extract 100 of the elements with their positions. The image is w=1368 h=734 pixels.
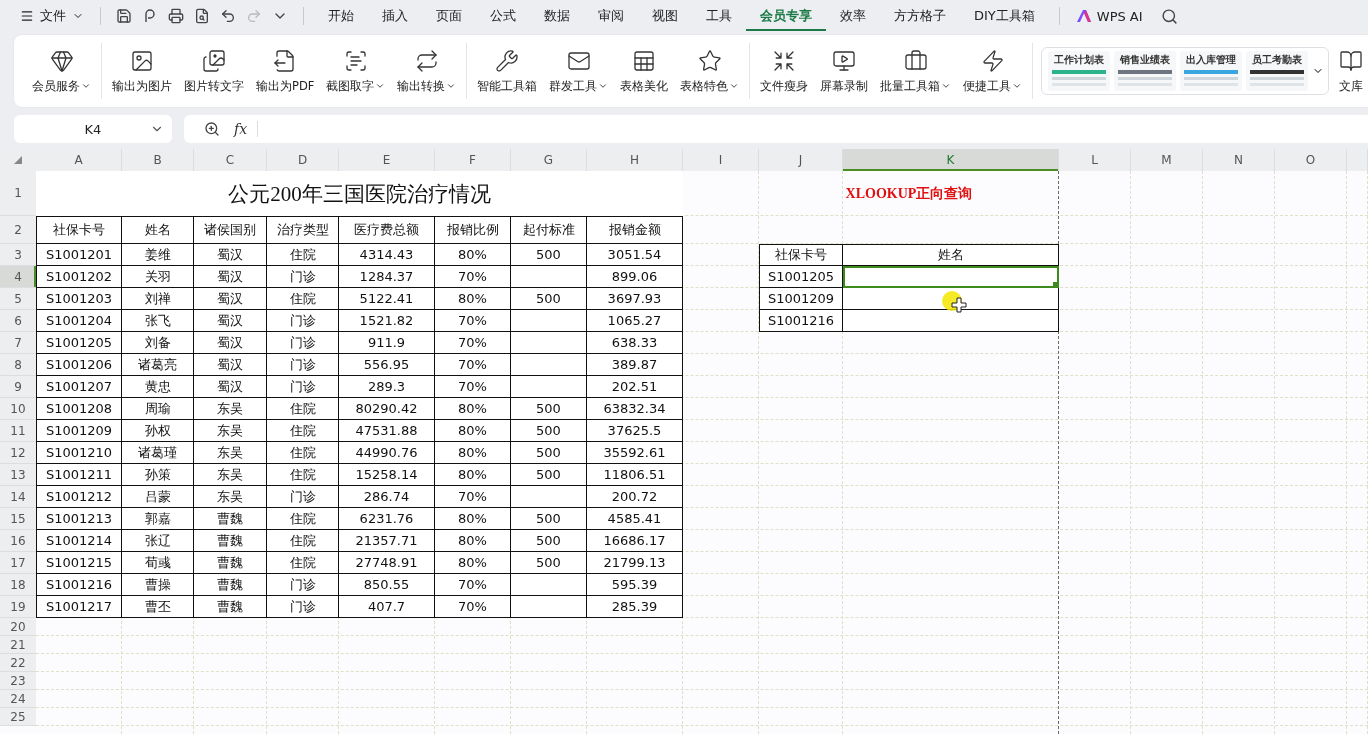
template-card[interactable]: 销售业绩表 <box>1114 51 1177 91</box>
table-cell: S1001205 <box>36 332 122 354</box>
menu-tab[interactable]: 视图 <box>638 1 692 31</box>
menu-tab[interactable]: 公式 <box>476 1 530 31</box>
template-card[interactable]: 工作计划表 <box>1048 51 1111 91</box>
ribbon-button[interactable]: 便捷工具 <box>959 40 1027 102</box>
row-number[interactable]: 20 <box>0 618 36 636</box>
table-cell: 80% <box>435 464 511 486</box>
table-cell: 80% <box>435 244 511 266</box>
ribbon-button[interactable]: 批量工具箱 <box>876 40 956 102</box>
row-number[interactable]: 12 <box>0 442 36 464</box>
ribbon-button[interactable]: 输出为PDF <box>252 40 319 102</box>
column-heading[interactable]: D <box>267 149 339 171</box>
ribbon-icon <box>202 48 226 73</box>
result-cell[interactable] <box>843 266 1059 288</box>
table-cell: 16686.17 <box>587 530 683 552</box>
column-heading[interactable]: O <box>1275 149 1347 171</box>
formula-bar[interactable]: fx <box>184 115 1368 143</box>
table-cell: 15258.14 <box>339 464 435 486</box>
menu-tab[interactable]: 审阅 <box>584 1 638 31</box>
ribbon-button[interactable]: 表格美化 <box>616 40 673 102</box>
row-number[interactable]: 16 <box>0 530 36 552</box>
row-number[interactable]: 7 <box>0 332 36 354</box>
menu-tab[interactable]: 工具 <box>692 1 746 31</box>
row-number[interactable]: 4 <box>0 266 36 288</box>
row-number[interactable]: 17 <box>0 552 36 574</box>
table-cell: 曹魏 <box>194 552 267 574</box>
table-cell: S1001208 <box>36 398 122 420</box>
ribbon-button[interactable]: 群发工具 <box>545 40 613 102</box>
row-number[interactable]: 21 <box>0 636 36 654</box>
ribbon-button[interactable]: 表格特色 <box>676 40 744 102</box>
table-cell: 70% <box>435 574 511 596</box>
column-heading[interactable]: N <box>1203 149 1275 171</box>
column-heading[interactable]: I <box>683 149 759 171</box>
ribbon-button[interactable]: 截图取字 <box>322 40 390 102</box>
column-heading[interactable]: E <box>339 149 435 171</box>
table-cell: 70% <box>435 266 511 288</box>
ribbon-button[interactable]: 会员服务 <box>28 40 95 102</box>
file-menu[interactable]: 文件 <box>14 3 90 29</box>
row-number[interactable]: 25 <box>0 708 36 726</box>
table-cell: 住院 <box>267 442 339 464</box>
row-number[interactable]: 19 <box>0 596 36 618</box>
menu-tab[interactable]: 会员专享 <box>746 1 826 31</box>
column-heading[interactable]: C <box>194 149 267 171</box>
row-number[interactable]: 9 <box>0 376 36 398</box>
table-cell: 500 <box>511 530 587 552</box>
template-card[interactable]: 出入库管理 <box>1180 51 1243 91</box>
row-number[interactable]: 3 <box>0 244 36 266</box>
ribbon-button[interactable]: 输出转换 <box>393 40 461 102</box>
row-number[interactable]: 6 <box>0 310 36 332</box>
ribbon-button[interactable]: 输出为图片 <box>108 40 176 102</box>
ribbon-icon <box>414 48 439 73</box>
row-number[interactable]: 22 <box>0 654 36 672</box>
row-number[interactable]: 11 <box>0 420 36 442</box>
column-heading[interactable]: B <box>122 149 194 171</box>
column-heading[interactable]: J <box>759 149 843 171</box>
table-header: 报销金额 <box>587 216 683 244</box>
row-number[interactable]: 5 <box>0 288 36 310</box>
column-heading[interactable]: F <box>435 149 511 171</box>
row-number[interactable]: 23 <box>0 672 36 690</box>
menu-tab[interactable]: 数据 <box>530 1 584 31</box>
library-button[interactable]: 文库 <box>1339 48 1364 94</box>
row-number[interactable]: 8 <box>0 354 36 376</box>
table-cell: 5122.41 <box>339 288 435 310</box>
template-title: 员工考勤表 <box>1252 53 1303 67</box>
ribbon-button[interactable]: 屏幕录制 <box>816 40 873 102</box>
row-number[interactable]: 2 <box>0 216 36 244</box>
result-cell[interactable] <box>843 310 1059 332</box>
name-box[interactable]: K4 <box>14 115 172 143</box>
row-number[interactable]: 1 <box>0 171 36 216</box>
row-number[interactable]: 10 <box>0 398 36 420</box>
menu-tab[interactable]: 页面 <box>422 1 476 31</box>
ribbon-button[interactable]: 图片转文字 <box>180 40 248 102</box>
column-heading[interactable]: G <box>511 149 587 171</box>
column-heading[interactable]: M <box>1131 149 1203 171</box>
column-heading[interactable]: K <box>843 149 1059 171</box>
row-number[interactable]: 15 <box>0 508 36 530</box>
select-all-icon[interactable] <box>14 156 22 164</box>
column-heading[interactable]: H <box>587 149 683 171</box>
column-heading[interactable]: L <box>1059 149 1131 171</box>
row-number[interactable]: 18 <box>0 574 36 596</box>
ribbon-button[interactable]: 文件瘦身 <box>756 40 813 102</box>
ai-button[interactable]: WPS AI <box>1069 3 1149 29</box>
search-icon <box>1161 7 1179 25</box>
template-card[interactable]: 员工考勤表 <box>1246 51 1309 91</box>
row-number[interactable]: 13 <box>0 464 36 486</box>
menu-tab[interactable]: 方方格子 <box>880 1 960 31</box>
ribbon-button[interactable]: 智能工具箱 <box>473 40 542 102</box>
ribbon-icon <box>697 48 722 73</box>
menu-tab[interactable]: 开始 <box>314 1 368 31</box>
row-number[interactable]: 14 <box>0 486 36 508</box>
menu-tab[interactable]: 插入 <box>368 1 422 31</box>
menu-tab[interactable]: DIY工具箱 <box>960 1 1049 31</box>
row-number[interactable]: 24 <box>0 690 36 708</box>
column-heading[interactable]: A <box>36 149 122 171</box>
menu-tab[interactable]: 效率 <box>826 1 880 31</box>
table-cell: 500 <box>511 288 587 310</box>
result-cell[interactable] <box>843 288 1059 310</box>
table-cell: 286.74 <box>339 486 435 508</box>
table-cell: S1001214 <box>36 530 122 552</box>
